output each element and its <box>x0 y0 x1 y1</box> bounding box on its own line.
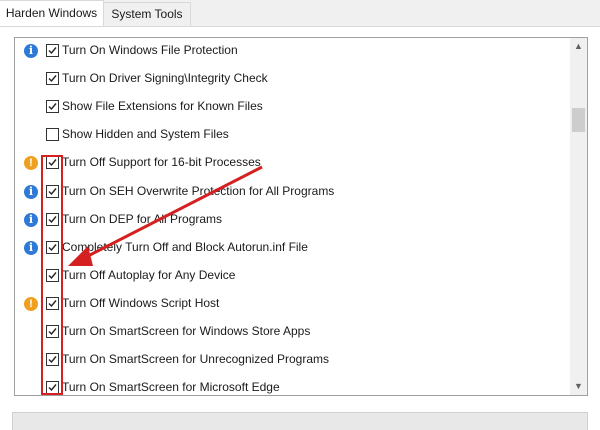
bottom-bar <box>12 412 588 430</box>
red-arrow-annotation <box>68 165 263 266</box>
